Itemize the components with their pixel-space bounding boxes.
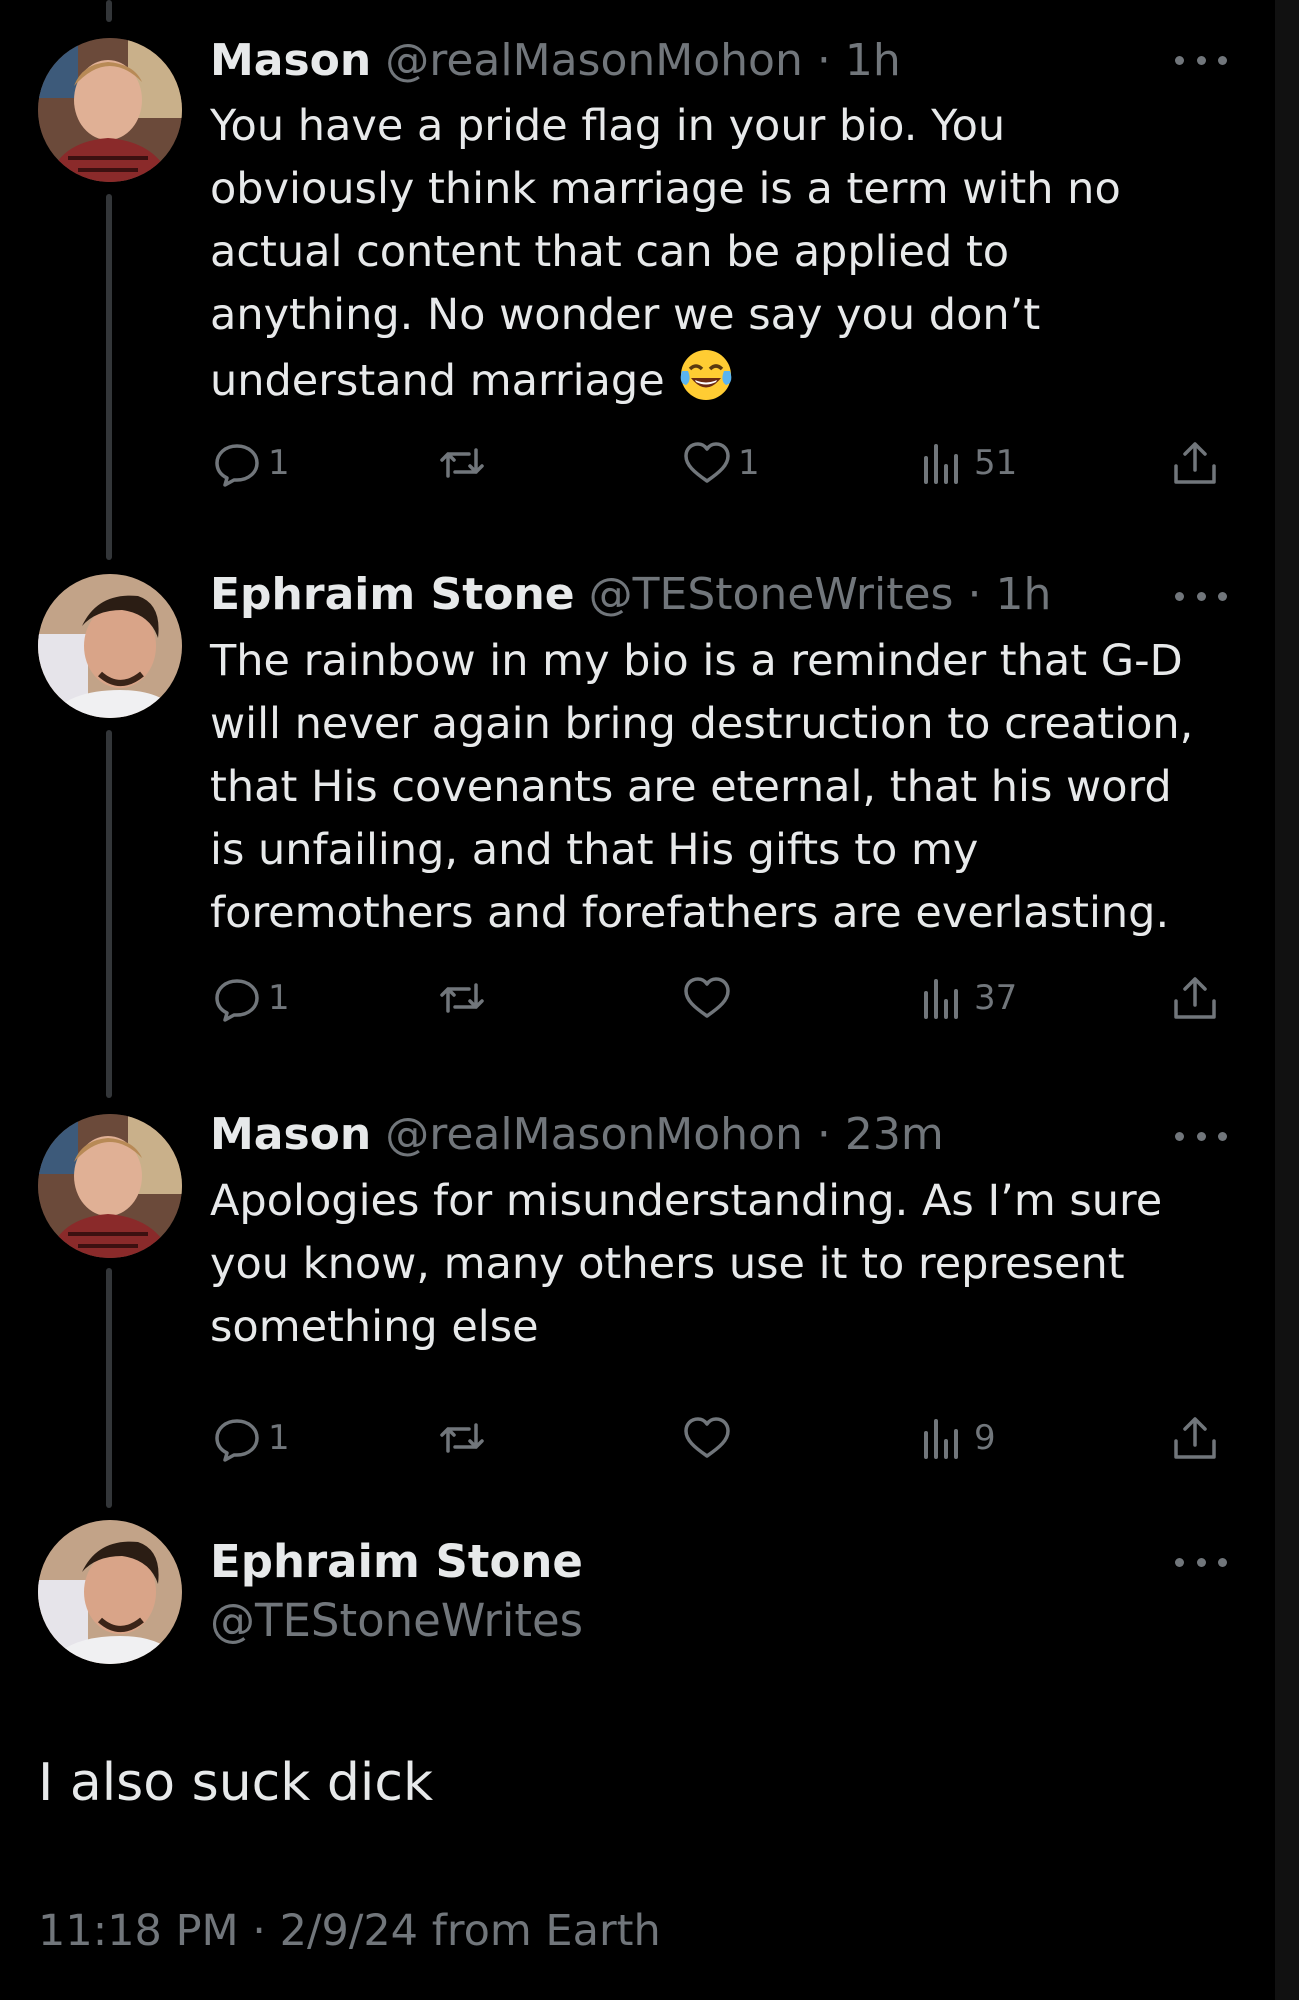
reply-count: 1 [268, 443, 290, 483]
share-button[interactable] [1168, 433, 1222, 493]
tweet-timestamp[interactable]: 11:18 PM · 2/9/24 from Earth [38, 1902, 661, 1960]
tweet-1[interactable]: Mason @realMasonMohon · 1h You have a pr… [0, 0, 1275, 530]
like-button[interactable] [680, 968, 738, 1028]
repost-icon [440, 1423, 484, 1453]
author-name[interactable]: Ephraim Stone [210, 569, 575, 620]
tweet-actions: 1 9 [210, 1408, 1220, 1468]
tweet-text: The rainbow in my bio is a reminder that… [210, 636, 1194, 938]
heart-icon [684, 442, 730, 483]
reply-count: 1 [268, 978, 290, 1018]
separator-dot: · [816, 1109, 831, 1160]
repost-icon [440, 448, 484, 478]
more-options-icon[interactable] [1175, 1552, 1227, 1572]
more-options-icon[interactable] [1175, 50, 1227, 70]
views-icon [924, 444, 958, 484]
tweet-header: Ephraim Stone @TEStoneWrites · 1h [210, 566, 1215, 624]
repost-button[interactable] [435, 1408, 493, 1468]
reply-icon [215, 444, 259, 487]
tweet-3[interactable]: Mason @realMasonMohon · 23m Apologies fo… [0, 1070, 1275, 1500]
heart-icon [684, 1417, 730, 1458]
tweet-time[interactable]: 1h [995, 569, 1051, 620]
main-tweet-text: I also suck dick [38, 1753, 434, 1813]
author-name[interactable]: Mason [210, 1109, 371, 1160]
like-count: 1 [738, 443, 760, 483]
views-button[interactable]: 51 [916, 433, 1017, 493]
views-button[interactable]: 9 [916, 1408, 996, 1468]
views-count: 37 [974, 978, 1018, 1018]
avatar-ephraim[interactable] [38, 1520, 182, 1664]
tweet-text: You have a pride flag in your bio. You o… [210, 95, 1210, 413]
tweet-header: Mason @realMasonMohon · 23m [210, 1106, 1215, 1164]
author-handle[interactable]: @realMasonMohon [385, 1109, 803, 1160]
repost-icon [440, 983, 484, 1013]
main-tweet[interactable]: Ephraim Stone @TEStoneWrites I also suck… [0, 1500, 1275, 2000]
views-count: 9 [974, 1418, 996, 1458]
repost-button[interactable] [435, 433, 493, 493]
avatar-mason[interactable] [38, 38, 182, 182]
author-name[interactable]: Ephraim Stone [210, 1533, 583, 1591]
share-button[interactable] [1168, 1408, 1222, 1468]
share-icon [1174, 1417, 1216, 1459]
author-handle[interactable]: @TEStoneWrites [210, 1592, 583, 1650]
reply-icon [215, 979, 259, 1022]
share-icon [1174, 442, 1216, 484]
views-icon [924, 1419, 958, 1459]
tweet-text: Apologies for misunderstanding. As I’m s… [210, 1176, 1163, 1352]
views-icon [924, 979, 958, 1019]
side-panel-edge [1275, 0, 1299, 2000]
reply-button[interactable]: 1 [210, 433, 290, 493]
share-button[interactable] [1168, 968, 1222, 1028]
conversation-thread: Mason @realMasonMohon · 1h You have a pr… [0, 0, 1275, 2000]
tears-of-joy-emoji [680, 350, 732, 400]
separator-dot: · [816, 35, 831, 86]
like-button[interactable] [680, 1408, 738, 1468]
more-options-icon[interactable] [1175, 1126, 1227, 1146]
repost-button[interactable] [435, 968, 493, 1028]
separator-dot: · [967, 569, 982, 620]
avatar-ephraim[interactable] [38, 574, 182, 718]
reply-count: 1 [268, 1418, 290, 1458]
tweet-time[interactable]: 1h [845, 35, 901, 86]
reply-icon [215, 1419, 259, 1462]
views-button[interactable]: 37 [916, 968, 1017, 1028]
author-handle[interactable]: @realMasonMohon [385, 35, 803, 86]
author-handle[interactable]: @TEStoneWrites [589, 569, 954, 620]
reply-button[interactable]: 1 [210, 968, 290, 1028]
like-button[interactable]: 1 [680, 433, 760, 493]
share-icon [1174, 977, 1216, 1019]
tweet-text-content: You have a pride flag in your bio. You o… [210, 101, 1121, 406]
tweet-actions: 1 37 [210, 968, 1220, 1028]
tweet-time[interactable]: 23m [845, 1109, 944, 1160]
views-count: 51 [974, 443, 1018, 483]
tweet-2[interactable]: Ephraim Stone @TEStoneWrites · 1h The ra… [0, 530, 1275, 1070]
tweet-actions: 1 1 51 [210, 433, 1220, 493]
tweet-header: Mason @realMasonMohon · 1h [210, 32, 1215, 90]
more-options-icon[interactable] [1175, 586, 1227, 606]
avatar-mason[interactable] [38, 1114, 182, 1258]
heart-icon [684, 977, 730, 1018]
author-name[interactable]: Mason [210, 35, 371, 86]
reply-button[interactable]: 1 [210, 1408, 290, 1468]
